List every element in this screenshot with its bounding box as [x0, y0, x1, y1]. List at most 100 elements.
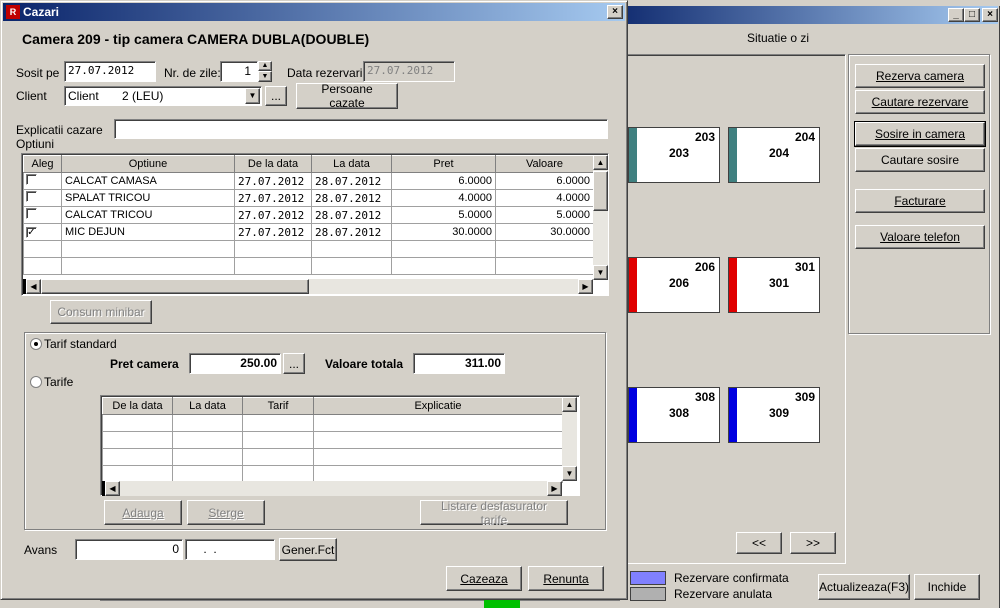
client-browse-button[interactable]: ...	[265, 86, 287, 106]
table-row-empty	[102, 448, 563, 466]
optiune-cell: CALCAT CAMASA	[61, 172, 235, 190]
tarife-column-header[interactable]: La data	[172, 397, 243, 415]
cazeaza-button[interactable]: Cazeaza	[446, 566, 522, 591]
de-la-data-cell[interactable]: 27.07.2012	[234, 172, 312, 190]
consum-minibar-button[interactable]: Consum minibar	[50, 300, 152, 324]
la-data-cell[interactable]: 28.07.2012	[311, 223, 392, 241]
pret-camera-browse-button[interactable]: ...	[283, 353, 305, 374]
aleg-checkbox[interactable]	[26, 208, 37, 219]
options-scroll-down-icon[interactable]: ▼	[593, 265, 608, 280]
de-la-data-cell[interactable]: 27.07.2012	[234, 189, 312, 207]
nr-zile-spinner-up[interactable]: ▲	[258, 61, 272, 71]
options-column-header[interactable]: Optiune	[61, 155, 235, 173]
dialog-titlebar[interactable]: R Cazari	[3, 3, 625, 21]
options-hscroll-thumb[interactable]	[41, 279, 309, 294]
nr-zile-input[interactable]: 1	[220, 61, 258, 82]
room-card-204[interactable]: 204 204	[728, 127, 820, 183]
avans-input[interactable]: 0	[75, 539, 183, 560]
sterge-button[interactable]: Sterge	[187, 500, 265, 525]
de-la-data-cell[interactable]: 27.07.2012	[234, 223, 312, 241]
valoare-totala-label: Valoare totala	[325, 357, 404, 371]
table-row[interactable]: CALCAT TRICOU 27.07.2012 28.07.2012 5.0000 5…	[23, 206, 594, 224]
options-scroll-thumb[interactable]	[593, 171, 608, 211]
options-column-header[interactable]: La data	[311, 155, 392, 173]
pret-camera-input[interactable]: 250.00	[189, 353, 281, 374]
table-row[interactable]: ✓ MIC DEJUN 27.07.2012 28.07.2012 30.0000 30.…	[23, 223, 594, 241]
persoane-cazate-button[interactable]: Persoane cazate	[296, 82, 398, 110]
pret-cell: 4.0000	[391, 189, 496, 207]
aleg-checkbox[interactable]: ✓	[26, 227, 37, 238]
tarife-column-header[interactable]: Tarif	[242, 397, 314, 415]
renunta-button[interactable]: Renunta	[528, 566, 604, 591]
options-scroll-left-icon[interactable]: ◀	[26, 279, 41, 294]
close-icon[interactable]: ×	[982, 8, 998, 22]
client-select[interactable]: Client 2 (LEU)	[64, 86, 262, 106]
valoare-telefon-button[interactable]: Valoare telefon	[855, 225, 985, 249]
cautare-rezervare-button[interactable]: Cautare rezervare	[855, 90, 985, 114]
de-la-data-cell[interactable]: 27.07.2012	[234, 206, 312, 224]
tarife-radio[interactable]	[30, 376, 42, 388]
room-status-strip	[629, 388, 637, 442]
nr-zile-spinner-down[interactable]: ▼	[258, 71, 272, 82]
table-row[interactable]: SPALAT TRICOU 27.07.2012 28.07.2012 4.0000 4…	[23, 189, 594, 207]
inchide-button[interactable]: Inchide	[914, 574, 980, 600]
sosit-pe-input[interactable]: 27.07.2012	[64, 61, 156, 82]
la-data-cell[interactable]: 28.07.2012	[311, 172, 392, 190]
minimize-icon[interactable]: _	[948, 8, 964, 22]
tarife-column-header[interactable]: De la data	[102, 397, 173, 415]
aleg-cell	[23, 172, 62, 190]
valoare-cell: 30.0000	[495, 223, 594, 241]
room-number-center: 204	[769, 146, 790, 160]
options-column-header[interactable]: Pret	[391, 155, 496, 173]
tarife-scroll-left-icon[interactable]: ◀	[105, 481, 120, 496]
aleg-checkbox[interactable]	[26, 174, 37, 185]
room-number-corner: 203	[694, 130, 715, 144]
empty-cell	[61, 257, 235, 275]
room-card-308[interactable]: 308 308	[628, 387, 720, 443]
room-card-301[interactable]: 301 301	[728, 257, 820, 313]
prev-page-button[interactable]: <<	[736, 532, 782, 554]
room-card-309[interactable]: 309 309	[728, 387, 820, 443]
tarife-hscroll[interactable]	[102, 481, 562, 496]
empty-cell	[313, 431, 563, 449]
explicatii-input[interactable]	[114, 119, 608, 139]
aleg-checkbox[interactable]	[26, 191, 37, 202]
room-card-206[interactable]: 206 206	[628, 257, 720, 313]
table-row-empty	[23, 257, 594, 275]
table-row-empty	[102, 414, 563, 432]
adauga-button[interactable]: Adauga	[104, 500, 182, 525]
chevron-down-icon[interactable]: ▼	[245, 88, 260, 104]
options-scroll-right-icon[interactable]: ▶	[578, 279, 593, 294]
tarife-scroll-down-icon[interactable]: ▼	[562, 466, 577, 481]
rezerva-camera-button[interactable]: Rezerva camera	[855, 64, 985, 88]
tarife-scroll-right-icon[interactable]: ▶	[547, 481, 562, 496]
gener-fct-button[interactable]: Gener.Fct	[279, 538, 337, 561]
actualizeaza-button[interactable]: Actualizeaza(F3)	[818, 574, 910, 600]
room-card-203[interactable]: 203 203	[628, 127, 720, 183]
options-column-header[interactable]: Aleg	[23, 155, 62, 173]
avans-date-input[interactable]: . .	[185, 539, 275, 560]
facturare-button[interactable]: Facturare	[855, 189, 985, 213]
empty-cell	[172, 465, 243, 483]
data-rezervarii-input: 27.07.2012	[363, 61, 455, 82]
tarife-scroll-up-icon[interactable]: ▲	[562, 397, 577, 412]
pret-cell: 6.0000	[391, 172, 496, 190]
situatie-header: Situatie o zi	[747, 31, 810, 45]
la-data-cell[interactable]: 28.07.2012	[311, 206, 392, 224]
next-page-button[interactable]: >>	[790, 532, 836, 554]
cautare-sosire-button[interactable]: Cautare sosire	[855, 148, 985, 172]
options-column-header[interactable]: De la data	[234, 155, 312, 173]
maximize-icon[interactable]: □	[964, 8, 980, 22]
empty-cell	[172, 431, 243, 449]
dialog-close-icon[interactable]: ×	[607, 5, 623, 19]
sosire-in-camera-button[interactable]: Sosire in camera	[854, 121, 986, 147]
table-row[interactable]: CALCAT CAMASA 27.07.2012 28.07.2012 6.0000 6…	[23, 172, 594, 190]
options-column-header[interactable]: Valoare	[495, 155, 594, 173]
options-scroll-up-icon[interactable]: ▲	[593, 155, 608, 170]
tarif-standard-radio[interactable]	[30, 338, 42, 350]
listare-button[interactable]: Listare desfasurator tarife	[420, 499, 568, 527]
aleg-cell: ✓	[23, 223, 62, 241]
la-data-cell[interactable]: 28.07.2012	[311, 189, 392, 207]
tarife-column-header[interactable]: Explicatie	[313, 397, 563, 415]
background-window-titlebar[interactable]	[600, 6, 998, 24]
